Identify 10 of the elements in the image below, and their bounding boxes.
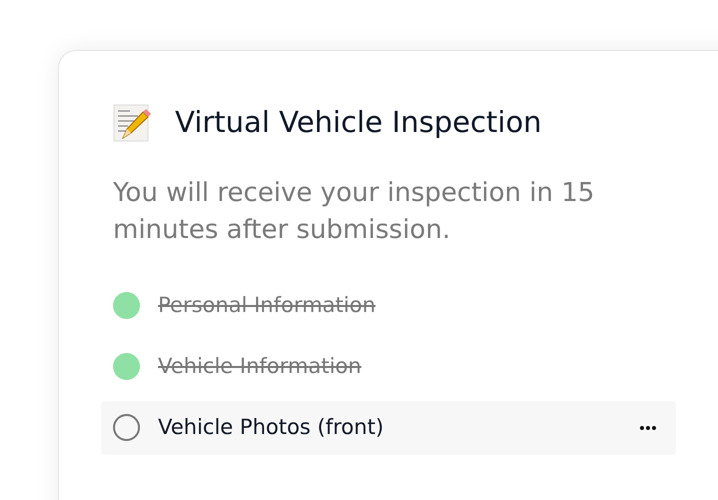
step-row[interactable]: Personal Information bbox=[101, 278, 676, 332]
step-label: Vehicle Photos (front) bbox=[158, 414, 384, 441]
step-row[interactable]: Vehicle Photos (front) bbox=[101, 400, 676, 454]
step-row[interactable]: Vehicle Information bbox=[101, 340, 676, 394]
more-icon[interactable] bbox=[640, 426, 656, 430]
card-subtitle: You will receive your inspection in 15 minutes after submission. bbox=[113, 176, 596, 246]
memo-pencil-icon bbox=[113, 104, 151, 142]
step-label: Vehicle Information bbox=[158, 352, 362, 380]
step-label: Personal Information bbox=[158, 292, 376, 319]
card-title: Virtual Vehicle Inspection bbox=[175, 104, 542, 141]
